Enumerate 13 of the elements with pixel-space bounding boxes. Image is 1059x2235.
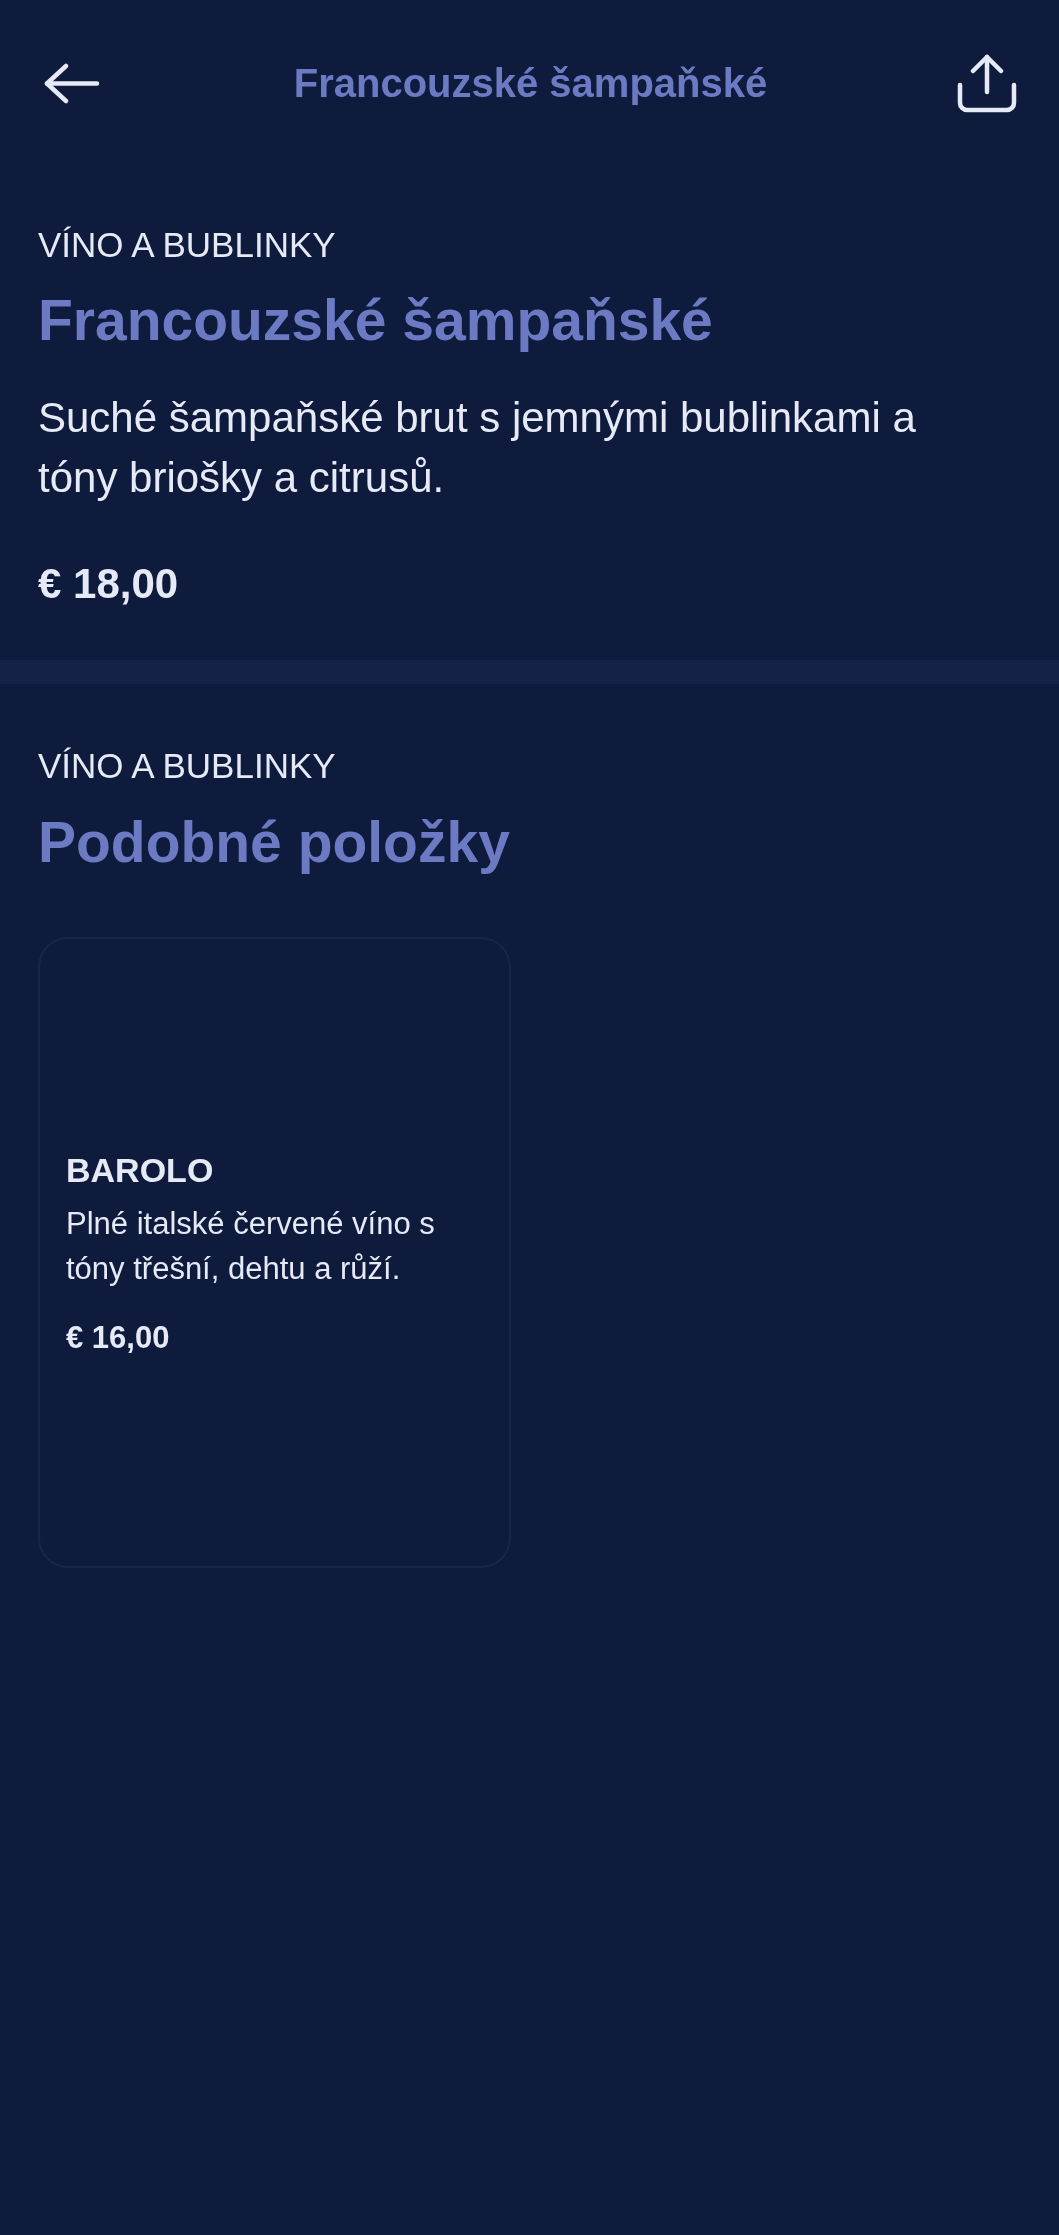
product-name: Francouzské šampaňské [38,287,714,354]
product-description: Suché šampaňské brut s jemnými bublinkami a tóny briošky a citrusů. [38,393,917,503]
item-price: € 16,00 [66,1318,171,1356]
product-card[interactable]: BAROLO Plné italské červené víno s tóny třešní, dehtu a růží. € 16,00 [38,937,511,1568]
share-icon[interactable] [957,53,1017,113]
category-label: VÍNO A BUBLINKY [38,745,337,787]
product-price: € 18,00 [38,559,180,609]
item-description: Plné italské červené víno s tóny třešní, dehtu a růží. [66,1204,436,1288]
section-title: Podobné položky [38,809,511,876]
category-label: VÍNO A BUBLINKY [38,224,337,266]
item-name: BAROLO [66,1149,215,1191]
page-title: Francouzské šampaňské [293,60,768,107]
back-icon[interactable] [44,62,100,104]
